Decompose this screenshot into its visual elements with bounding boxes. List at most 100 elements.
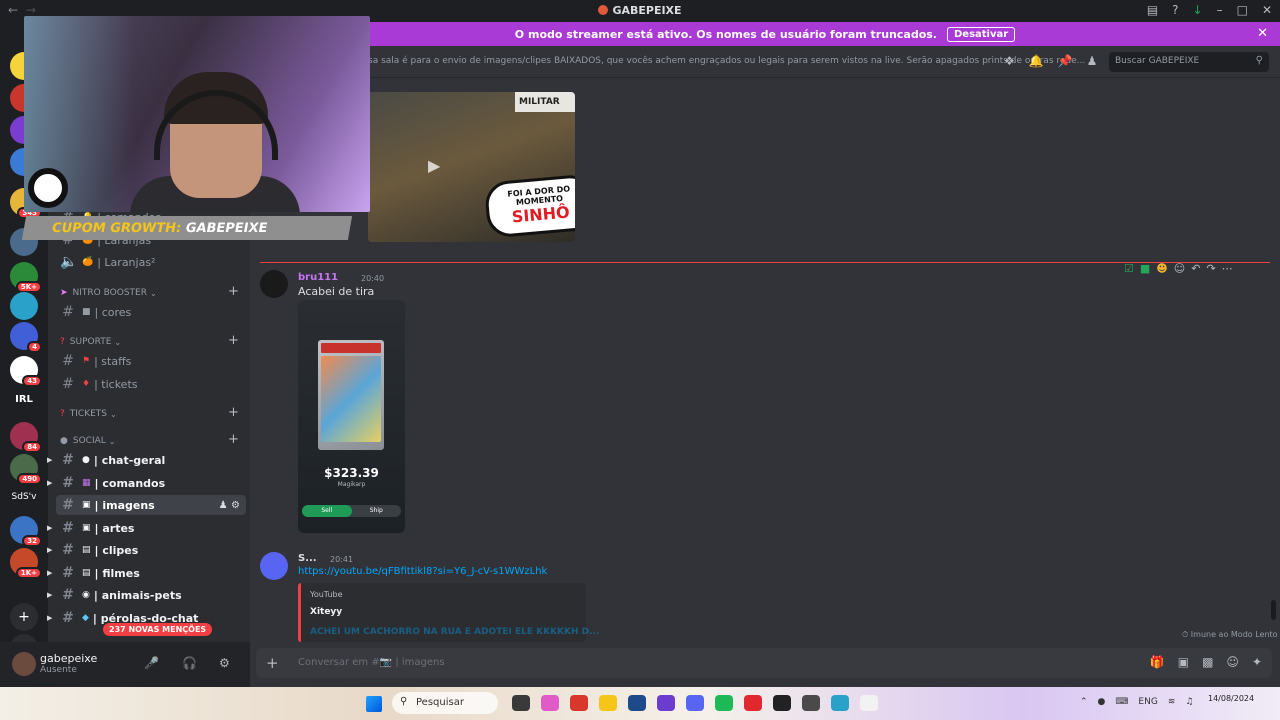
add-reaction-icon[interactable]: ☺ xyxy=(1174,262,1185,275)
channel-comandos[interactable]: ▶ # ▦ | comandos xyxy=(47,473,246,493)
gift-icon[interactable]: 🎁 xyxy=(1150,655,1165,669)
app-icon[interactable] xyxy=(802,695,820,711)
category-tickets[interactable]: ? TICKETS ⌄ xyxy=(60,409,117,419)
chrome-app-icon[interactable] xyxy=(860,695,878,711)
language-indicator[interactable]: ENG xyxy=(1138,697,1157,707)
add-channel-icon[interactable]: + xyxy=(228,284,239,299)
reaction-check-icon[interactable]: ☑ xyxy=(1124,262,1134,275)
member-list-icon[interactable]: ♟ xyxy=(1087,54,1098,68)
message-input[interactable]: + Conversar em #📷 | imagens 🎁 ▣ ▩ ☺ ✦ xyxy=(256,648,1272,678)
channel-artes[interactable]: ▶ # ▣ | artes xyxy=(47,518,246,538)
emoji-icon[interactable]: ☺ xyxy=(1226,655,1239,669)
channel-animais-pets[interactable]: ▶ # ◉ | animais-pets xyxy=(47,585,246,605)
channel-tickets[interactable]: # ♦ | tickets xyxy=(56,374,246,394)
maximize-icon[interactable]: □ xyxy=(1237,3,1248,17)
server-icon[interactable]: 4 xyxy=(10,322,42,353)
channel-item[interactable]: 🔈 🍊 | Laranjas² xyxy=(56,252,246,272)
notification-bell-icon[interactable]: 🔔 xyxy=(1029,54,1044,68)
message-author[interactable]: S... xyxy=(298,553,317,564)
upload-plus-icon[interactable]: + xyxy=(266,654,279,672)
channel-topic[interactable]: sa sala é para o envio de imagens/clipes… xyxy=(368,56,1085,66)
embed-channel[interactable]: Xiteyy xyxy=(310,607,342,617)
reply-icon[interactable]: ↶ xyxy=(1191,262,1200,275)
channel-staffs[interactable]: # ⚑ | staffs xyxy=(56,351,246,371)
sticker-icon[interactable]: ▩ xyxy=(1202,655,1213,669)
video-thumbnail[interactable]: MILITAR ▶ FOI A DOR DO MOMENTO SINHÔ xyxy=(368,92,575,242)
server-label-sds[interactable]: SdS'v xyxy=(6,492,42,502)
add-server-icon[interactable]: + xyxy=(10,603,38,631)
scrollbar-thumb[interactable] xyxy=(1271,600,1276,620)
category-suporte[interactable]: ? SUPORTE ⌄ xyxy=(60,337,121,347)
channel-clipes[interactable]: ▶ # ▤ | clipes xyxy=(47,540,246,560)
image-attachment[interactable]: $323.39 Magikarp Sell Ship xyxy=(298,300,405,533)
app-icon[interactable] xyxy=(599,695,617,711)
taskbar-search[interactable]: ⚲ Pesquisar xyxy=(392,692,498,714)
message-link[interactable]: https://youtu.be/qFBfittikl8?si=Y6_J-cV-… xyxy=(298,566,547,577)
server-icon[interactable]: 43 xyxy=(10,356,42,387)
close-banner-icon[interactable]: ✕ xyxy=(1257,26,1268,41)
download-icon[interactable]: ↓ xyxy=(1193,3,1203,17)
category-social[interactable]: ● SOCIAL ⌄ xyxy=(60,436,115,446)
minimize-icon[interactable]: – xyxy=(1217,3,1223,17)
channel-imagens[interactable]: # ▣ | imagens ♟ ⚙ xyxy=(56,495,246,515)
add-channel-icon[interactable]: + xyxy=(228,432,239,447)
tray-chevron-icon[interactable]: ⌃ xyxy=(1080,697,1088,707)
channel-cores[interactable]: # ■ | cores xyxy=(56,302,246,322)
wifi-icon[interactable]: ≋ xyxy=(1168,697,1176,707)
app-icon[interactable] xyxy=(831,695,849,711)
channel-settings-icons[interactable]: ♟ ⚙ xyxy=(219,500,240,511)
embed-title[interactable]: ACHEI UM CACHORRO NA RUA E ADOTEI ELE KK… xyxy=(310,627,599,637)
volume-icon[interactable]: ♫ xyxy=(1185,697,1193,707)
pinned-messages-icon[interactable]: 📌 xyxy=(1058,54,1073,68)
link-embed[interactable]: YouTube Xiteyy ACHEI UM CACHORRO NA RUA … xyxy=(298,583,599,642)
microphone-icon[interactable]: 🎤 xyxy=(144,656,159,670)
taskbar-clock[interactable]: 14/08/2024 xyxy=(1208,693,1254,704)
microphone-icon[interactable]: ● xyxy=(1098,697,1106,707)
server-label-irl[interactable]: IRL xyxy=(6,394,42,405)
server-icon[interactable]: 490 xyxy=(10,454,42,485)
new-mentions-pill[interactable]: 237 NOVAS MENÇÕES xyxy=(103,623,213,636)
app-icon[interactable] xyxy=(744,695,762,711)
avatar[interactable] xyxy=(12,652,36,676)
category-nitro[interactable]: ➤ NITRO BOOSTER ⌄ xyxy=(60,288,157,298)
server-icon[interactable]: 1K+ xyxy=(10,548,42,579)
app-icon[interactable] xyxy=(512,695,530,711)
app-icon[interactable] xyxy=(628,695,646,711)
close-window-icon[interactable]: ✕ xyxy=(1262,3,1272,17)
spotify-app-icon[interactable] xyxy=(715,695,733,711)
keyboard-icon[interactable]: ⌨ xyxy=(1115,697,1128,707)
avatar[interactable] xyxy=(260,552,288,580)
message-author[interactable]: bru111 xyxy=(298,272,338,283)
add-channel-icon[interactable]: + xyxy=(228,405,239,420)
reaction-emoji-icon[interactable]: ☻ xyxy=(1156,262,1167,275)
server-icon[interactable]: 84 xyxy=(10,422,42,453)
reaction-icon[interactable]: ■ xyxy=(1140,262,1150,275)
avatar[interactable] xyxy=(260,270,288,298)
disable-streamer-button[interactable]: Desativar xyxy=(946,26,1016,42)
threads-icon[interactable]: ❖ xyxy=(1004,54,1015,68)
gif-icon[interactable]: ▣ xyxy=(1178,655,1189,669)
headphones-icon[interactable]: 🎧 xyxy=(182,656,197,670)
server-icon[interactable]: 5K+ xyxy=(10,262,42,293)
discord-app-icon[interactable] xyxy=(686,695,704,711)
server-icon[interactable]: 32 xyxy=(10,516,42,547)
app-icon[interactable] xyxy=(657,695,675,711)
app-icon[interactable] xyxy=(570,695,588,711)
apps-icon[interactable]: ✦ xyxy=(1252,655,1262,669)
play-icon[interactable]: ▶ xyxy=(428,156,440,175)
help-icon[interactable]: ? xyxy=(1172,3,1178,17)
more-options-icon[interactable]: ⋯ xyxy=(1222,262,1233,275)
channel-chat-geral[interactable]: ▶ # ● | chat-geral xyxy=(47,450,246,470)
channel-header: sa sala é para o envio de imagens/clipes… xyxy=(250,46,1280,78)
inbox-icon[interactable]: ▤ xyxy=(1147,3,1158,17)
username[interactable]: gabepeixe xyxy=(40,652,97,665)
server-icon[interactable] xyxy=(10,292,38,320)
windows-start-icon[interactable] xyxy=(366,696,382,712)
settings-gear-icon[interactable]: ⚙ xyxy=(219,656,230,670)
channel-filmes[interactable]: ▶ # ▤ | filmes xyxy=(47,563,246,583)
forward-icon[interactable]: ↷ xyxy=(1206,262,1215,275)
search-input[interactable]: Buscar GABEPEIXE ⚲ xyxy=(1109,52,1269,72)
add-channel-icon[interactable]: + xyxy=(228,333,239,348)
app-icon[interactable] xyxy=(541,695,559,711)
app-icon[interactable] xyxy=(773,695,791,711)
